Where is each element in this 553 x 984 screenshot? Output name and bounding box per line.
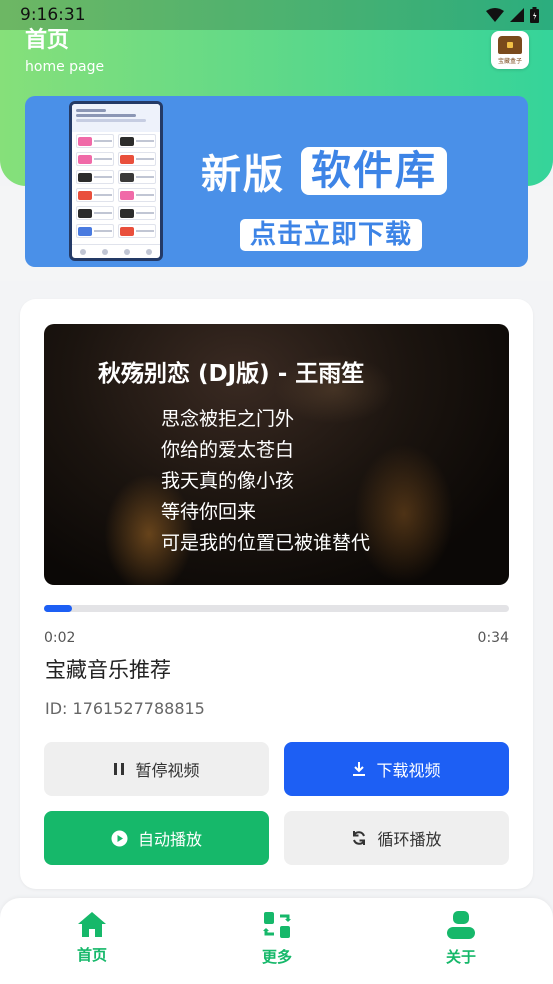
nav-item-about[interactable]: 关于 — [421, 910, 501, 967]
page-subtitle: home page — [25, 59, 105, 75]
user-icon — [447, 911, 475, 939]
video-name: 宝藏音乐推荐 — [45, 658, 171, 682]
lyric-line: 可是我的位置已被谁替代 — [161, 532, 371, 554]
banner-title-left: 新版 — [201, 152, 285, 198]
video-title: 秋殇别恋 (DJ版) - 王雨笙 — [98, 361, 365, 387]
nav-item-home[interactable]: 首页 — [52, 910, 132, 965]
loop-icon — [353, 831, 366, 845]
status-bar: 9:16:31 — [0, 0, 553, 30]
wifi-icon — [486, 8, 504, 22]
nav-label-more: 更多 — [261, 948, 292, 966]
status-icons — [486, 7, 539, 23]
bottom-nav: 首页 更多 关于 — [0, 898, 553, 984]
total-time: 0:34 — [477, 630, 509, 646]
treasure-chest-icon — [498, 35, 522, 54]
play-circle-icon — [111, 830, 128, 846]
lyric-line: 思念被拒之门外 — [161, 408, 295, 430]
download-video-button[interactable]: 下载视频 — [284, 742, 509, 796]
video-id: ID: 1761527788815 — [45, 699, 205, 718]
nav-item-more[interactable]: 更多 — [237, 910, 317, 967]
pause-video-label: 暂停视频 — [135, 761, 200, 780]
autoplay-label: 自动播放 — [137, 830, 202, 849]
progress-fill — [44, 605, 72, 612]
battery-icon — [530, 7, 539, 23]
loop-play-button[interactable]: 循环播放 — [284, 811, 509, 865]
download-video-label: 下载视频 — [376, 761, 441, 780]
status-time: 9:16:31 — [20, 5, 86, 25]
exchange-icon — [263, 912, 291, 938]
video-card: 秋殇别恋 (DJ版) - 王雨笙 思念被拒之门外 你给的爱太苍白 我天真的像小孩… — [20, 299, 533, 889]
lyrics-block: 思念被拒之门外 你给的爱太苍白 我天真的像小孩 等待你回来 可是我的位置已被谁替… — [161, 404, 370, 559]
autoplay-button[interactable]: 自动播放 — [44, 811, 269, 865]
promo-banner[interactable]: 新版 软件库 点击立即下载 — [25, 96, 528, 267]
lyric-line: 你给的爱太苍白 — [161, 439, 295, 461]
nav-label-home: 首页 — [76, 946, 107, 964]
header-title-block: 首页 home page — [25, 28, 104, 76]
banner-cta[interactable]: 点击立即下载 — [240, 219, 423, 251]
pause-icon — [114, 763, 125, 775]
pause-video-button[interactable]: 暂停视频 — [44, 742, 269, 796]
current-time: 0:02 — [44, 630, 76, 646]
download-icon — [353, 762, 366, 776]
nav-label-about: 关于 — [445, 948, 476, 966]
loop-play-label: 循环播放 — [377, 830, 442, 849]
home-icon — [78, 912, 106, 937]
banner-headline: 新版 软件库 — [201, 142, 447, 200]
lyric-line: 等待你回来 — [161, 501, 257, 523]
logo-text: 宝藏盒子 — [497, 57, 522, 65]
video-player[interactable]: 秋殇别恋 (DJ版) - 王雨笙 思念被拒之门外 你给的爱太苍白 我天真的像小孩… — [44, 324, 509, 585]
progress-bar[interactable] — [44, 605, 509, 612]
app-logo[interactable]: 宝藏盒子 — [491, 31, 529, 69]
banner-title-right: 软件库 — [301, 147, 447, 195]
page-title: 首页 — [25, 28, 70, 53]
phone-mockup-image — [69, 101, 163, 261]
signal-icon — [510, 8, 524, 22]
lyric-line: 我天真的像小孩 — [161, 470, 295, 492]
